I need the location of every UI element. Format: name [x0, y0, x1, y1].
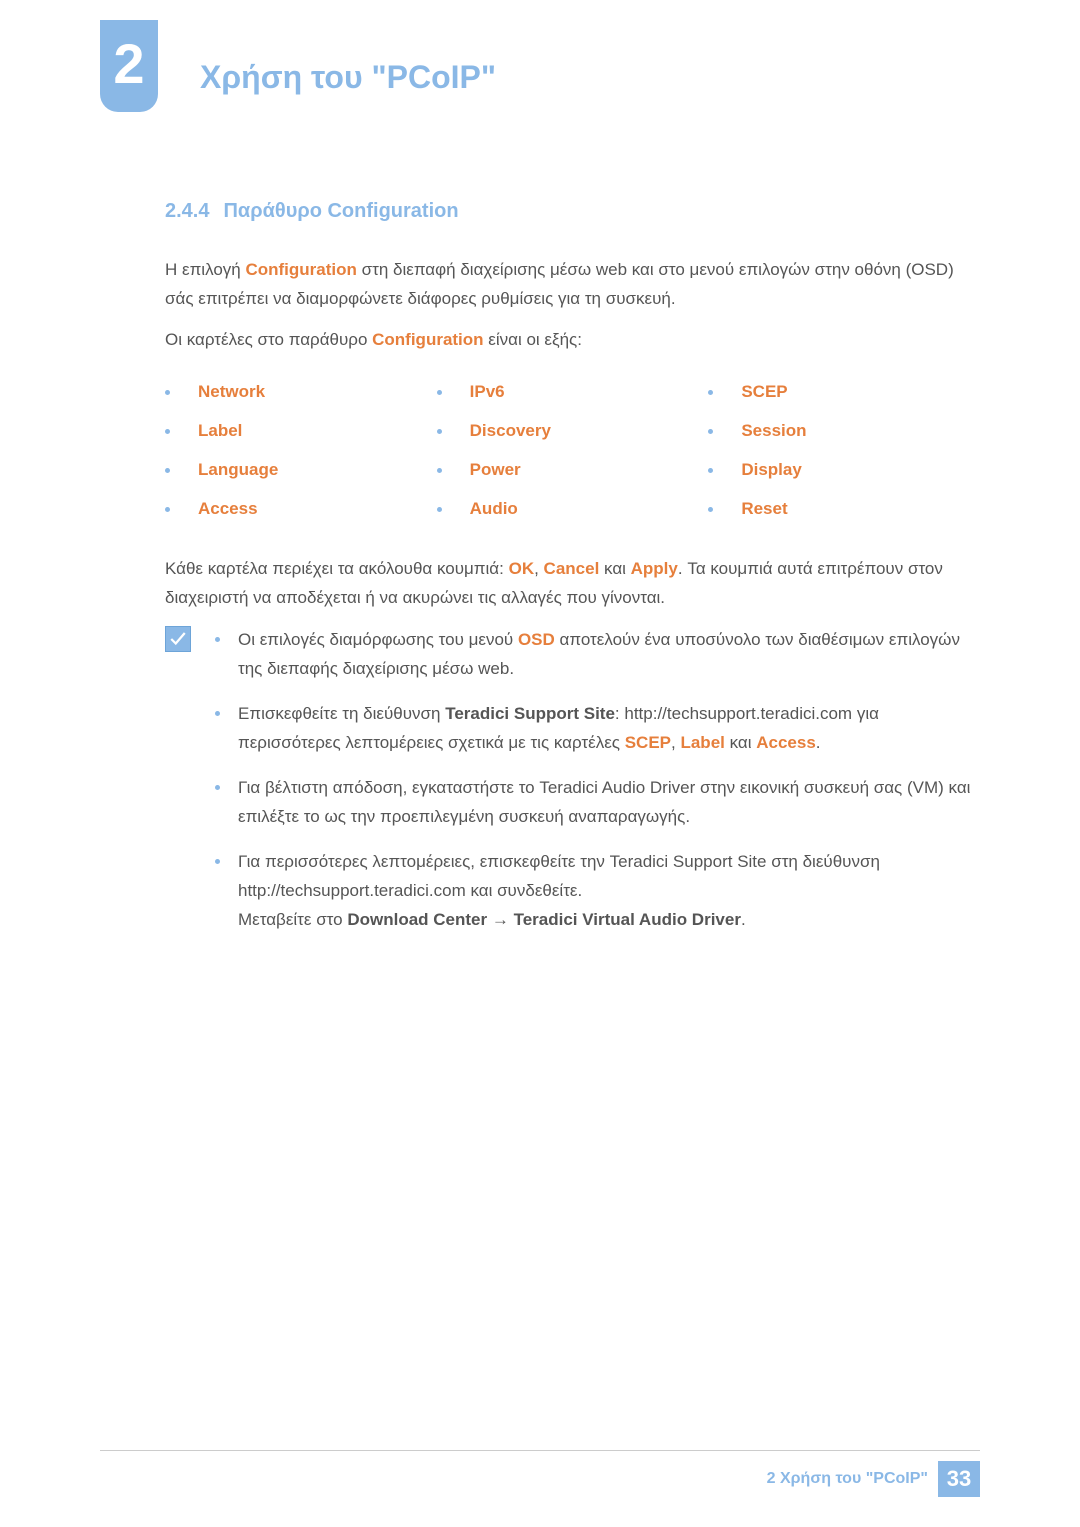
note-item: Οι επιλογές διαμόρφωσης του μενού OSD απ… — [215, 626, 980, 684]
tab-discovery: Discovery — [437, 412, 709, 451]
page-footer: 2 Χρήση του "PCoIP" 33 — [100, 1450, 980, 1497]
chapter-title: Χρήση του "PCoIP" — [100, 30, 1080, 104]
tab-label: Language — [198, 456, 278, 485]
tab-label: Session — [741, 417, 806, 446]
tab-label: Label — [198, 417, 242, 446]
section-number: 2.4.4 — [165, 200, 209, 222]
text: και — [725, 733, 756, 752]
text: Οι καρτέλες στο παράθυρο — [165, 330, 372, 349]
bullet-icon — [437, 468, 442, 473]
highlight-scep: SCEP — [625, 733, 671, 752]
text: Μεταβείτε στο — [238, 910, 347, 929]
checkmark-icon — [169, 630, 187, 648]
note-icon — [165, 626, 195, 950]
tab-ipv6: IPv6 — [437, 373, 709, 412]
bullet-icon — [437, 507, 442, 512]
page-content: 2.4.4 Παράθυρο Configuration Η επιλογή Co… — [0, 104, 1080, 950]
highlight-ok: OK — [509, 559, 535, 578]
bullet-icon — [708, 468, 713, 473]
text: . — [816, 733, 821, 752]
tab-access: Access — [165, 490, 437, 529]
highlight-osd: OSD — [518, 630, 555, 649]
bold-teradici-support: Teradici Support Site — [445, 704, 615, 723]
text: και — [599, 559, 630, 578]
text: Για βέλτιστη απόδοση, εγκαταστήστε το Te… — [238, 778, 970, 826]
text: . — [741, 910, 746, 929]
bullet-icon — [708, 390, 713, 395]
bullet-icon — [165, 390, 170, 395]
tab-label: Discovery — [470, 417, 551, 446]
footer-chapter-title: 2 Χρήση του "PCoIP" — [767, 1465, 928, 1492]
page-number: 33 — [938, 1461, 980, 1497]
note-item: Για περισσότερες λεπτομέρειες, επισκεφθε… — [215, 848, 980, 935]
tab-label-item: Label — [165, 412, 437, 451]
bullet-icon — [437, 390, 442, 395]
tab-label: Reset — [741, 495, 787, 524]
tab-reset: Reset — [708, 490, 980, 529]
page-header: 2 Χρήση του "PCoIP" — [0, 0, 1080, 104]
note-item: Για βέλτιστη απόδοση, εγκαταστήστε το Te… — [215, 774, 980, 832]
highlight-apply: Apply — [631, 559, 678, 578]
bold-download-center: Download Center — [347, 910, 487, 929]
bullet-icon — [165, 429, 170, 434]
note-item: Επισκεφθείτε τη διεύθυνση Teradici Suppo… — [215, 700, 980, 758]
text: Για περισσότερες λεπτομέρειες, επισκεφθε… — [238, 852, 880, 900]
section-title: Παράθυρο Configuration — [223, 200, 458, 222]
highlight-configuration: Configuration — [372, 330, 483, 349]
tab-label: Access — [198, 495, 258, 524]
highlight-cancel: Cancel — [544, 559, 600, 578]
tabs-grid: Network Label Language Access IPv6 Disco… — [165, 373, 980, 529]
arrow-icon: → — [487, 910, 513, 929]
section-heading: 2.4.4 Παράθυρο Configuration — [165, 194, 980, 228]
text: Επισκεφθείτε τη διεύθυνση — [238, 704, 445, 723]
tab-audio: Audio — [437, 490, 709, 529]
tab-power: Power — [437, 451, 709, 490]
bullet-icon — [215, 785, 220, 790]
tab-label: IPv6 — [470, 378, 505, 407]
tab-label: Display — [741, 456, 801, 485]
chapter-number-badge: 2 — [100, 20, 158, 112]
text: Η επιλογή — [165, 260, 245, 279]
bullet-icon — [215, 711, 220, 716]
footer-rule — [100, 1450, 980, 1451]
bullet-icon — [165, 507, 170, 512]
text: , — [534, 559, 543, 578]
tab-label: Audio — [470, 495, 518, 524]
tab-display: Display — [708, 451, 980, 490]
bullet-icon — [708, 507, 713, 512]
bold-teradici-driver: Teradici Virtual Audio Driver — [514, 910, 741, 929]
tab-label: Power — [470, 456, 521, 485]
tab-session: Session — [708, 412, 980, 451]
tab-scep: SCEP — [708, 373, 980, 412]
highlight-access: Access — [756, 733, 816, 752]
highlight-label: Label — [680, 733, 724, 752]
bullet-icon — [437, 429, 442, 434]
bullet-icon — [708, 429, 713, 434]
text: είναι οι εξής: — [484, 330, 582, 349]
bullet-icon — [215, 859, 220, 864]
intro-paragraph-1: Η επιλογή Configuration στη διεπαφή διαχ… — [165, 256, 980, 314]
text: Οι επιλογές διαμόρφωσης του μενού — [238, 630, 518, 649]
highlight-configuration: Configuration — [245, 260, 356, 279]
note-block: Οι επιλογές διαμόρφωσης του μενού OSD απ… — [165, 626, 980, 950]
text: Κάθε καρτέλα περιέχει τα ακόλουθα κουμπι… — [165, 559, 509, 578]
note-list: Οι επιλογές διαμόρφωσης του μενού OSD απ… — [215, 626, 980, 950]
tab-language: Language — [165, 451, 437, 490]
tab-label: SCEP — [741, 378, 787, 407]
bullet-icon — [165, 468, 170, 473]
tab-label: Network — [198, 378, 265, 407]
tab-network: Network — [165, 373, 437, 412]
intro-paragraph-2: Οι καρτέλες στο παράθυρο Configuration ε… — [165, 326, 980, 355]
buttons-paragraph: Κάθε καρτέλα περιέχει τα ακόλουθα κουμπι… — [165, 555, 980, 613]
bullet-icon — [215, 637, 220, 642]
